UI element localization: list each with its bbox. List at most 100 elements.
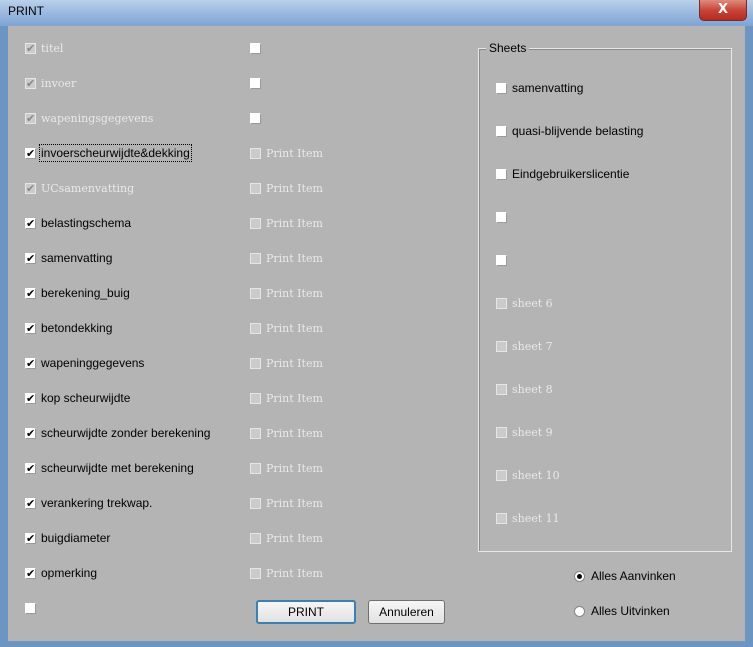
checkbox-label: Print Item — [266, 286, 323, 300]
cancel-button[interactable]: Annuleren — [368, 600, 445, 624]
checkbox-icon[interactable] — [496, 254, 507, 266]
print-item-checkbox: Print Item — [250, 390, 323, 406]
checkbox-icon[interactable] — [250, 42, 261, 54]
print-item-checkbox: ✔ UCsamenvatting — [25, 180, 134, 196]
checkbox-checked-icon[interactable]: ✔ — [25, 147, 36, 159]
print-item-checkbox[interactable] — [25, 600, 36, 616]
checkbox-label: sheet 7 — [512, 339, 553, 353]
checkbox-icon[interactable] — [496, 82, 507, 94]
print-item-checkbox[interactable]: ✔ opmerking — [25, 565, 97, 581]
checkbox-icon — [250, 532, 261, 544]
print-item-checkbox[interactable] — [250, 75, 261, 91]
print-item-checkbox: ✔ titel — [25, 40, 63, 56]
checkbox-icon — [496, 512, 507, 524]
checkbox-icon[interactable] — [496, 125, 507, 137]
title-bar: PRINT X — [0, 0, 753, 26]
print-item-checkbox: Print Item — [250, 530, 323, 546]
sheet-checkbox[interactable]: Eindgebruikerslicentie — [496, 166, 629, 182]
checkbox-checked-icon[interactable]: ✔ — [25, 357, 36, 369]
checkbox-label: verankering trekwap. — [41, 496, 153, 510]
print-item-checkbox[interactable]: ✔ samenvatting — [25, 250, 112, 266]
checkbox-checked-icon[interactable]: ✔ — [25, 532, 36, 544]
radio-label: Alles Aanvinken — [591, 569, 676, 583]
print-item-checkbox[interactable] — [250, 40, 261, 56]
checkbox-icon[interactable] — [250, 77, 261, 89]
checkbox-label: scheurwijdte met berekening — [41, 461, 194, 475]
print-item-checkbox[interactable]: ✔ scheurwijdte zonder berekening — [25, 425, 210, 441]
checkbox-label: samenvatting — [41, 251, 113, 265]
sheet-checkbox[interactable] — [496, 209, 507, 225]
checkbox-label: titel — [41, 41, 64, 55]
checkbox-label: Print Item — [266, 216, 323, 230]
print-item-checkbox: Print Item — [250, 145, 323, 161]
print-item-checkbox[interactable]: ✔ scheurwijdte met berekening — [25, 460, 194, 476]
checkbox-checked-icon[interactable]: ✔ — [25, 287, 36, 299]
checkbox-checked-icon[interactable]: ✔ — [25, 217, 36, 229]
sheet-checkbox[interactable]: samenvatting — [496, 80, 583, 96]
checkbox-label: Print Item — [266, 461, 323, 475]
print-item-checkbox[interactable]: ✔ kop scheurwijdte — [25, 390, 130, 406]
sheet-checkbox: sheet 10 — [496, 467, 560, 483]
checkbox-icon[interactable] — [250, 112, 261, 124]
print-item-checkbox: Print Item — [250, 460, 323, 476]
checkbox-label: Print Item — [266, 251, 323, 265]
sheet-checkbox[interactable]: quasi-blijvende belasting — [496, 123, 643, 139]
checkbox-label: Print Item — [266, 426, 323, 440]
sheet-checkbox[interactable] — [496, 252, 507, 268]
checkbox-label: sheet 9 — [512, 425, 553, 439]
checkbox-checked-icon: ✔ — [25, 111, 36, 125]
print-item-checkbox: Print Item — [250, 355, 323, 371]
print-item-checkbox[interactable]: ✔ buigdiameter — [25, 530, 110, 546]
print-item-checkbox[interactable] — [250, 110, 261, 126]
checkbox-checked-icon[interactable]: ✔ — [25, 252, 36, 264]
print-button[interactable]: PRINT — [256, 600, 356, 624]
checkbox-label: scheurwijdte zonder berekening — [41, 426, 211, 440]
checkbox-icon — [250, 252, 261, 264]
checkbox-label: belastingschema — [41, 216, 132, 230]
print-item-checkbox[interactable]: ✔ verankering trekwap. — [25, 495, 152, 511]
checkbox-icon — [250, 427, 261, 439]
checkbox-icon[interactable] — [496, 168, 507, 180]
checkbox-checked-icon[interactable]: ✔ — [25, 462, 36, 474]
print-item-checkbox: ✔ invoer — [25, 75, 76, 91]
checkbox-label: Eindgebruikerslicentie — [512, 167, 630, 181]
checkbox-label: Print Item — [266, 391, 323, 405]
print-item-checkbox[interactable]: ✔ invoerscheurwijdte&dekking — [25, 144, 192, 162]
print-item-checkbox: Print Item — [250, 285, 323, 301]
sheet-checkbox: sheet 8 — [496, 381, 553, 397]
checkbox-icon[interactable] — [25, 602, 36, 614]
checkbox-icon — [250, 147, 261, 159]
checkbox-label: invoer — [41, 76, 77, 90]
checkbox-label: Print Item — [266, 321, 323, 335]
checkbox-label: samenvatting — [512, 81, 584, 95]
checkbox-label: opmerking — [41, 566, 98, 580]
checkbox-checked-icon[interactable]: ✔ — [25, 322, 36, 334]
checkbox-checked-icon[interactable]: ✔ — [25, 567, 36, 579]
radio-button-icon[interactable] — [574, 570, 585, 582]
checkbox-icon[interactable] — [496, 211, 507, 223]
checkbox-label: sheet 8 — [512, 382, 553, 396]
print-item-checkbox: Print Item — [250, 495, 323, 511]
checkbox-icon — [250, 392, 261, 404]
print-item-checkbox: Print Item — [250, 425, 323, 441]
checkbox-label: sheet 11 — [512, 511, 560, 525]
checkbox-label: wapeningsgegevens — [41, 111, 154, 125]
radio-deselect-all[interactable]: Alles Uitvinken — [574, 603, 670, 619]
radio-select-all[interactable]: Alles Aanvinken — [574, 568, 676, 584]
checkbox-icon — [250, 462, 261, 474]
print-item-checkbox[interactable]: ✔ berekening_buig — [25, 285, 130, 301]
checkbox-label: Print Item — [266, 146, 323, 160]
checkbox-label: sheet 6 — [512, 296, 553, 310]
checkbox-icon — [496, 469, 507, 481]
checkbox-label: invoerscheurwijdte&dekking — [39, 144, 192, 162]
print-item-checkbox[interactable]: ✔ belastingschema — [25, 215, 131, 231]
checkbox-checked-icon[interactable]: ✔ — [25, 392, 36, 404]
checkbox-checked-icon[interactable]: ✔ — [25, 497, 36, 509]
print-item-checkbox[interactable]: ✔ betondekking — [25, 320, 112, 336]
print-item-checkbox: Print Item — [250, 215, 323, 231]
checkbox-checked-icon: ✔ — [25, 181, 36, 195]
close-button[interactable]: X — [699, 0, 747, 21]
radio-button-icon[interactable] — [574, 605, 585, 617]
checkbox-checked-icon[interactable]: ✔ — [25, 427, 36, 439]
print-item-checkbox[interactable]: ✔ wapeninggegevens — [25, 355, 144, 371]
